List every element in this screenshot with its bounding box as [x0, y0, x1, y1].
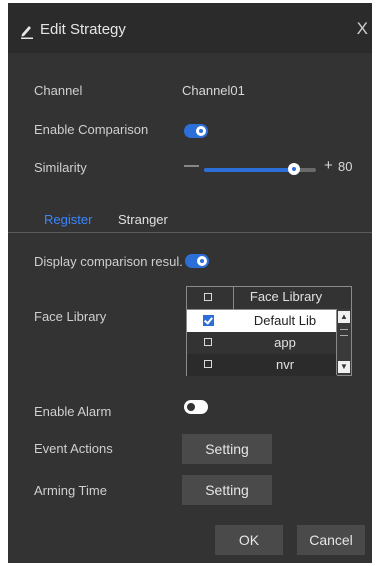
similarity-slider-thumb[interactable] — [287, 163, 300, 175]
event-actions-label: Event Actions — [34, 441, 113, 456]
face-library-row-name: nvr — [275, 357, 295, 372]
dialog-title: Edit Strategy — [40, 21, 126, 38]
face-library-table: Face Library Default Lib app nvr ▲ ▼ — [186, 286, 352, 376]
enable-comparison-toggle[interactable] — [184, 124, 208, 138]
scroll-down-icon[interactable]: ▼ — [338, 361, 350, 373]
edit-pencil-icon — [21, 26, 33, 39]
arming-time-setting-button[interactable]: Setting — [182, 475, 272, 505]
select-all-checkbox-icon[interactable] — [204, 293, 212, 301]
face-library-row[interactable]: app — [187, 332, 337, 354]
display-comparison-label: Display comparison resul. — [34, 254, 183, 269]
close-icon[interactable]: X — [357, 20, 368, 37]
face-library-scrollbar[interactable]: ▲ ▼ — [336, 309, 351, 375]
ok-button[interactable]: OK — [215, 525, 283, 555]
channel-label: Channel — [34, 83, 83, 98]
edit-strategy-dialog: Edit Strategy X Channel Channel01 Enable… — [8, 3, 372, 563]
face-library-label: Face Library — [34, 309, 107, 324]
enable-comparison-label: Enable Comparison — [34, 122, 149, 137]
enable-alarm-label: Enable Alarm — [34, 404, 112, 419]
arming-time-label: Arming Time — [34, 483, 107, 498]
tab-divider — [8, 232, 372, 233]
dialog-titlebar: Edit Strategy X — [8, 3, 372, 53]
similarity-slider[interactable] — [204, 163, 316, 175]
similarity-value: 80 — [338, 159, 353, 174]
face-library-row[interactable]: Default Lib — [187, 310, 337, 332]
checkbox-icon[interactable] — [203, 315, 214, 326]
similarity-decrease-button[interactable]: — — [184, 157, 199, 174]
display-comparison-toggle[interactable] — [185, 254, 209, 268]
enable-alarm-toggle[interactable] — [184, 400, 208, 414]
cancel-button[interactable]: Cancel — [297, 525, 365, 555]
checkbox-icon[interactable] — [204, 360, 212, 368]
similarity-increase-button[interactable]: + — [324, 157, 333, 174]
scrollbar-grip[interactable] — [340, 329, 348, 336]
checkbox-icon[interactable] — [204, 338, 212, 346]
face-library-row-name: Default Lib — [253, 313, 317, 328]
face-library-header: Face Library — [233, 287, 338, 309]
face-library-row-name: app — [274, 335, 296, 350]
similarity-label: Similarity — [34, 160, 87, 175]
face-library-header-row: Face Library — [187, 287, 337, 310]
tab-register[interactable]: Register — [44, 212, 92, 227]
scroll-up-icon[interactable]: ▲ — [338, 311, 350, 323]
event-actions-setting-button[interactable]: Setting — [182, 434, 272, 464]
similarity-slider-fill — [204, 168, 294, 172]
tab-stranger[interactable]: Stranger — [118, 212, 168, 227]
face-library-row[interactable]: nvr — [187, 354, 337, 376]
channel-value: Channel01 — [182, 83, 245, 98]
